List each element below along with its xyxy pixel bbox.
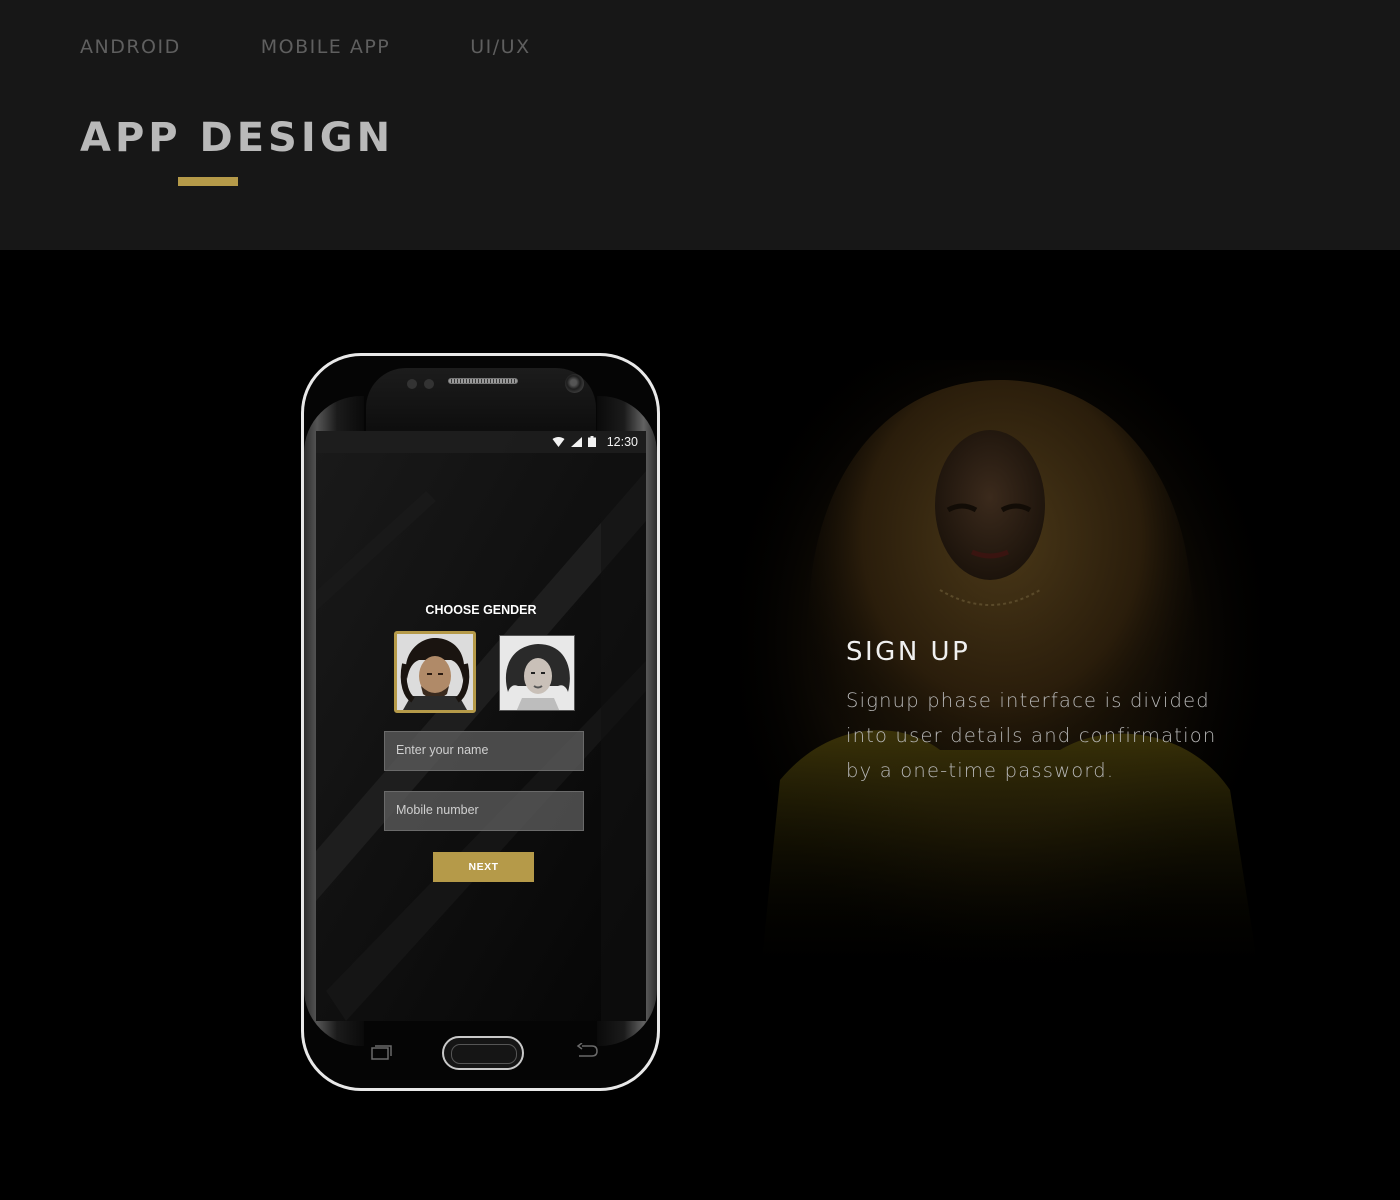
mobile-number-input[interactable]: Mobile number [384,791,584,831]
status-bar: 12:30 [316,431,646,453]
home-button[interactable] [442,1036,524,1070]
gender-option-male[interactable] [394,631,476,713]
title-underline [178,177,238,186]
name-input[interactable]: Enter your name [384,731,584,771]
phone-mockup: 12:30 CHOOSE GENDER Enter your name Mobi… [301,353,660,1091]
sensor-dot [407,379,417,389]
front-camera [565,374,584,393]
tag-list: ANDROID MOBILE APP UI/UX [80,36,611,58]
status-icons [552,436,596,447]
next-button[interactable]: NEXT [433,852,534,882]
tag-ui-ux[interactable]: UI/UX [470,36,530,58]
back-icon[interactable] [576,1043,598,1059]
choose-gender-label: CHOOSE GENDER [425,603,537,617]
signal-icon [571,436,582,447]
status-time: 12:30 [606,435,638,449]
male-avatar-icon [397,634,473,710]
tag-mobile-app[interactable]: MOBILE APP [261,36,391,58]
phone-screen: 12:30 CHOOSE GENDER Enter your name Mobi… [316,431,646,1021]
phone-body: 12:30 CHOOSE GENDER Enter your name Mobi… [304,356,657,1088]
speaker-grille [448,378,518,384]
section-description: Signup phase interface is divided into u… [846,689,1217,782]
showcase-section: SIGN UP Signup phase interface is divide… [0,250,1400,1200]
gender-option-female[interactable] [499,635,575,711]
tag-android[interactable]: ANDROID [80,36,181,58]
section-title: SIGN UP [846,637,971,667]
sensor-dot [424,379,434,389]
page-title: APP DESIGN [80,115,395,161]
screen-background [316,431,646,1021]
recent-apps-icon[interactable] [371,1044,393,1060]
female-avatar-icon [500,636,574,710]
wifi-icon [552,436,565,447]
model-photo [740,360,1260,980]
battery-icon [588,436,596,447]
page-header: ANDROID MOBILE APP UI/UX APP DESIGN [0,0,1400,250]
